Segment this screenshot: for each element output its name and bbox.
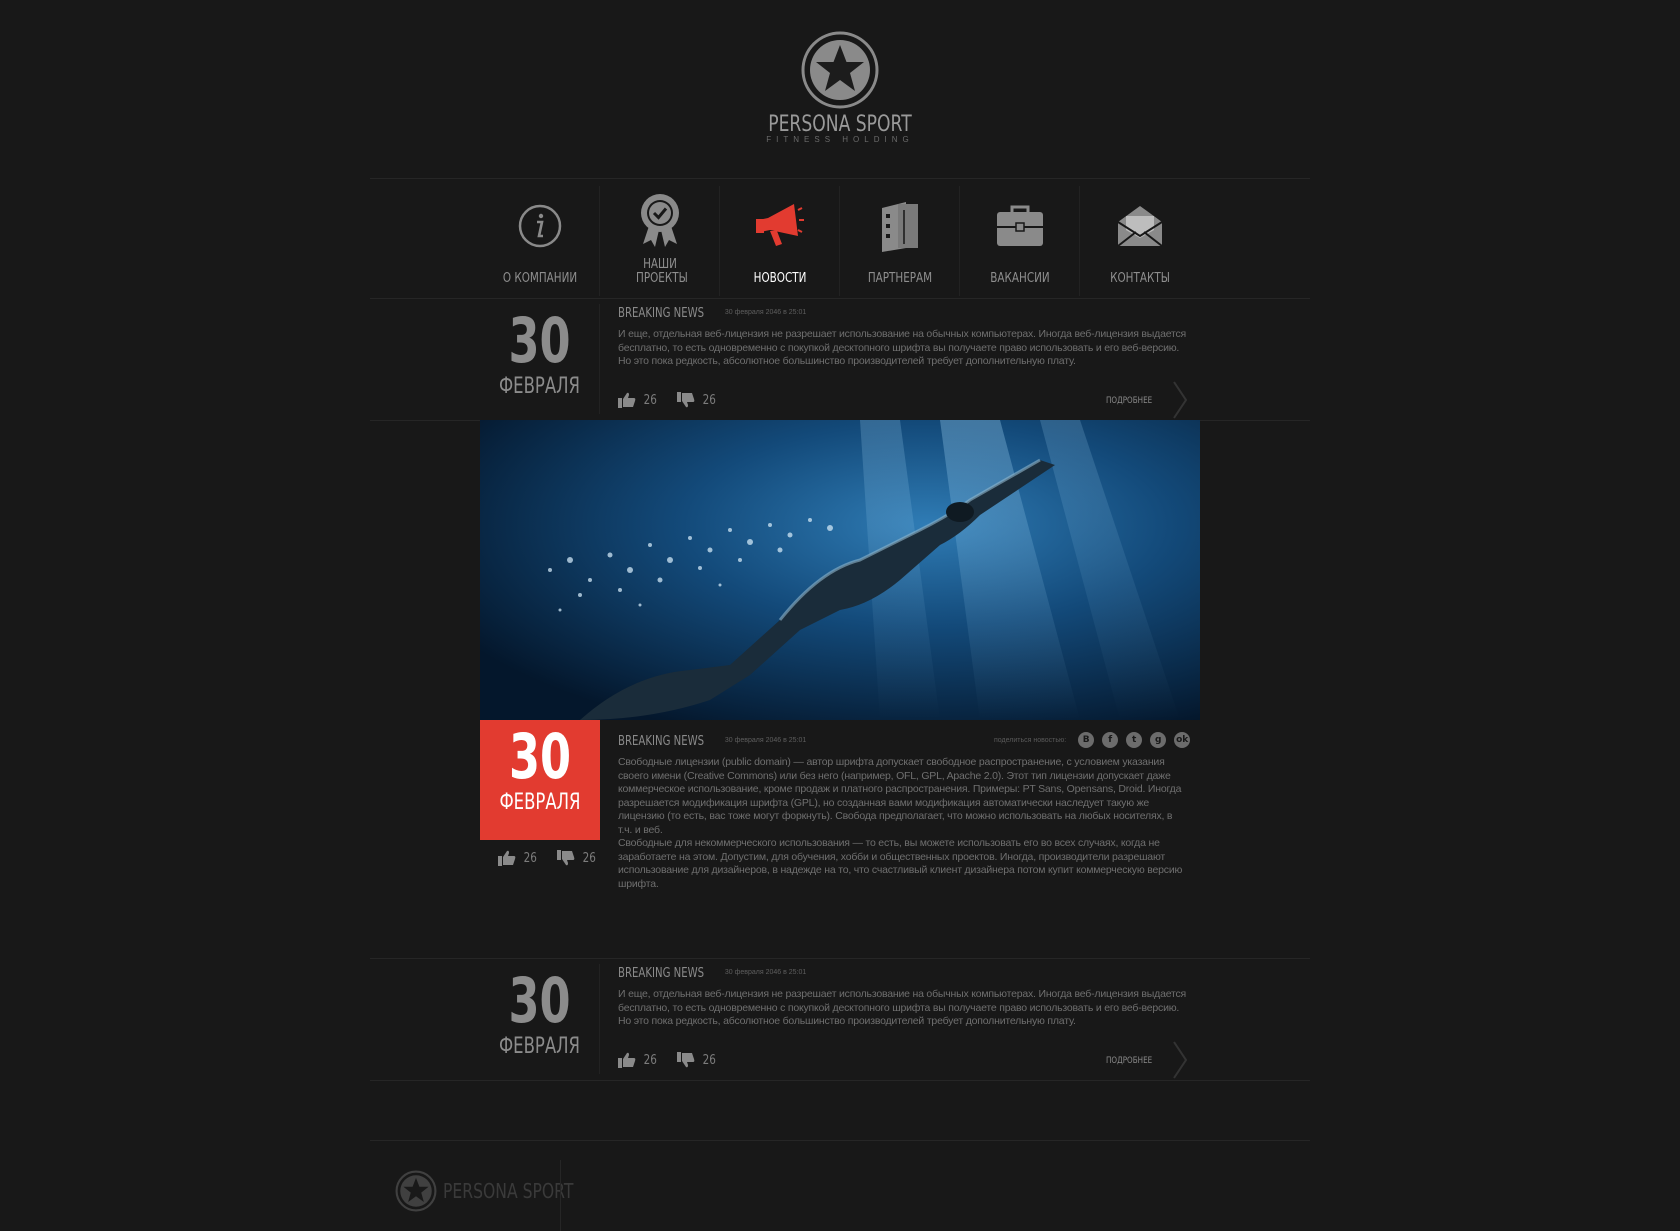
like-button[interactable]: 26 bbox=[618, 392, 659, 408]
footer-logo[interactable]: PERSONA SPORT bbox=[395, 1170, 610, 1212]
news-datetime: 30 февраля 2046 в 25:01 bbox=[724, 309, 807, 317]
main-nav: О КОМПАНИИ НАШИ ПРОЕКТЫ НОВОСТИ ПАРТНЕРА… bbox=[480, 186, 1200, 296]
like-count: 26 bbox=[523, 850, 537, 866]
share-label: поделиться новостью: bbox=[994, 736, 1067, 744]
news-item: 30 ФЕВРАЛЯ BREAKING NEWS 30 февраля 2046… bbox=[480, 964, 1200, 1080]
divider bbox=[370, 1140, 1310, 1141]
news-body: BREAKING NEWS 30 февраля 2046 в 25:01 И … bbox=[618, 964, 1188, 1029]
thumbs-down-icon bbox=[556, 850, 574, 866]
news-day: 30 bbox=[508, 304, 571, 377]
divider bbox=[370, 298, 1310, 299]
read-more-link[interactable]: ПОДРОБНЕЕ bbox=[1106, 1056, 1152, 1066]
news-title[interactable]: BREAKING NEWS bbox=[618, 734, 704, 749]
divider bbox=[370, 178, 1310, 179]
footer-brand-name: PERSONA SPORT bbox=[443, 1179, 574, 1203]
news-datetime: 30 февраля 2046 в 25:01 bbox=[724, 737, 807, 745]
news-photo[interactable] bbox=[480, 420, 1200, 720]
folder-document-icon bbox=[882, 202, 918, 252]
nav-label-news: НОВОСТИ bbox=[753, 271, 807, 286]
news-date-box: 30 ФЕВРАЛЯ bbox=[480, 720, 600, 840]
read-more-link[interactable]: ПОДРОБНЕЕ bbox=[1106, 396, 1152, 406]
award-badge-icon bbox=[641, 194, 679, 247]
dislike-count: 26 bbox=[582, 850, 596, 866]
thumbs-up-icon bbox=[498, 850, 516, 866]
brand-name: PERSONA SPORT bbox=[768, 112, 912, 137]
underwater-swimmer-image bbox=[480, 420, 1200, 720]
news-text: И еще, отдельная веб-лицензия не разреша… bbox=[618, 988, 1187, 1027]
nav-item-news[interactable]: НОВОСТИ bbox=[720, 186, 840, 296]
dislike-button[interactable]: 26 bbox=[676, 1052, 718, 1068]
nav-label-about: О КОМПАНИИ bbox=[502, 271, 578, 286]
star-emblem-icon bbox=[395, 1170, 437, 1212]
news-day: 30 bbox=[508, 720, 572, 793]
chevron-right-icon[interactable] bbox=[1170, 1040, 1190, 1080]
thumbs-up-icon bbox=[618, 1052, 636, 1068]
news-month: ФЕВРАЛЯ bbox=[499, 790, 581, 815]
news-body: BREAKING NEWS 30 февраля 2046 в 25:01 Св… bbox=[618, 732, 1188, 891]
like-count: 26 bbox=[643, 1052, 657, 1068]
divider bbox=[370, 1080, 1310, 1081]
thumbs-down-icon bbox=[676, 392, 694, 408]
news-datetime: 30 февраля 2046 в 25:01 bbox=[724, 969, 807, 977]
nav-item-projects[interactable]: НАШИ ПРОЕКТЫ bbox=[600, 186, 720, 296]
nav-label-partners: ПАРТНЕРАМ bbox=[867, 271, 933, 286]
briefcase-icon bbox=[997, 205, 1043, 246]
dislike-count: 26 bbox=[702, 392, 716, 408]
nav-label-vacancies: ВАКАНСИИ bbox=[990, 271, 1050, 286]
nav-label-projects: НАШИ ПРОЕКТЫ bbox=[636, 257, 688, 286]
news-title[interactable]: BREAKING NEWS bbox=[618, 966, 704, 981]
dislike-count: 26 bbox=[702, 1052, 716, 1068]
votes: 26 26 bbox=[498, 850, 609, 866]
news-item-featured: 30 ФЕВРАЛЯ 26 26 BREAKING NEWS 30 феврал… bbox=[480, 720, 1200, 920]
news-item: 30 ФЕВРАЛЯ BREAKING NEWS 30 февраля 2046… bbox=[480, 304, 1200, 420]
divider bbox=[370, 958, 1310, 959]
news-date-box: 30 ФЕВРАЛЯ bbox=[480, 304, 600, 414]
votes: 26 26 bbox=[618, 1052, 729, 1068]
thumbs-up-icon bbox=[618, 392, 636, 408]
news-text: Свободные лицензии (public domain) — авт… bbox=[618, 756, 1182, 836]
news-text: И еще, отдельная веб-лицензия не разреша… bbox=[618, 328, 1187, 367]
odnoklassniki-share-icon[interactable]: ok bbox=[1174, 732, 1191, 748]
news-body: BREAKING NEWS 30 февраля 2046 в 25:01 И … bbox=[618, 304, 1188, 369]
news-month: ФЕВРАЛЯ bbox=[498, 374, 581, 399]
thumbs-down-icon bbox=[676, 1052, 694, 1068]
twitter-share-icon[interactable]: t bbox=[1126, 732, 1143, 748]
megaphone-icon bbox=[756, 204, 804, 246]
envelope-icon bbox=[1117, 206, 1163, 247]
news-day: 30 bbox=[508, 964, 571, 1037]
share-bar: поделиться новостью: В f t g ok bbox=[994, 732, 1191, 748]
nav-item-contacts[interactable]: КОНТАКТЫ bbox=[1080, 186, 1200, 296]
like-button[interactable]: 26 bbox=[498, 850, 539, 866]
news-date-box: 30 ФЕВРАЛЯ bbox=[480, 964, 600, 1074]
dislike-button[interactable]: 26 bbox=[556, 850, 598, 866]
google-plus-share-icon[interactable]: g bbox=[1150, 732, 1167, 748]
dislike-button[interactable]: 26 bbox=[676, 392, 718, 408]
header-logo[interactable]: PERSONA SPORT FITNESS HOLDING bbox=[0, 30, 1680, 144]
chevron-right-icon[interactable] bbox=[1170, 380, 1190, 420]
nav-label-contacts: КОНТАКТЫ bbox=[1110, 271, 1170, 286]
vk-share-icon[interactable]: В bbox=[1078, 732, 1095, 748]
info-icon bbox=[518, 204, 562, 248]
facebook-share-icon[interactable]: f bbox=[1102, 732, 1119, 748]
nav-item-partners[interactable]: ПАРТНЕРАМ bbox=[840, 186, 960, 296]
like-count: 26 bbox=[643, 392, 657, 408]
nav-item-about[interactable]: О КОМПАНИИ bbox=[480, 186, 600, 296]
footer-divider bbox=[560, 1160, 561, 1231]
news-month: ФЕВРАЛЯ bbox=[498, 1034, 581, 1059]
star-emblem-icon bbox=[801, 31, 879, 109]
like-button[interactable]: 26 bbox=[618, 1052, 659, 1068]
votes: 26 26 bbox=[618, 392, 729, 408]
news-text: Свободные для некоммерческого использова… bbox=[618, 837, 1183, 890]
nav-item-vacancies[interactable]: ВАКАНСИИ bbox=[960, 186, 1080, 296]
news-title[interactable]: BREAKING NEWS bbox=[618, 306, 704, 321]
